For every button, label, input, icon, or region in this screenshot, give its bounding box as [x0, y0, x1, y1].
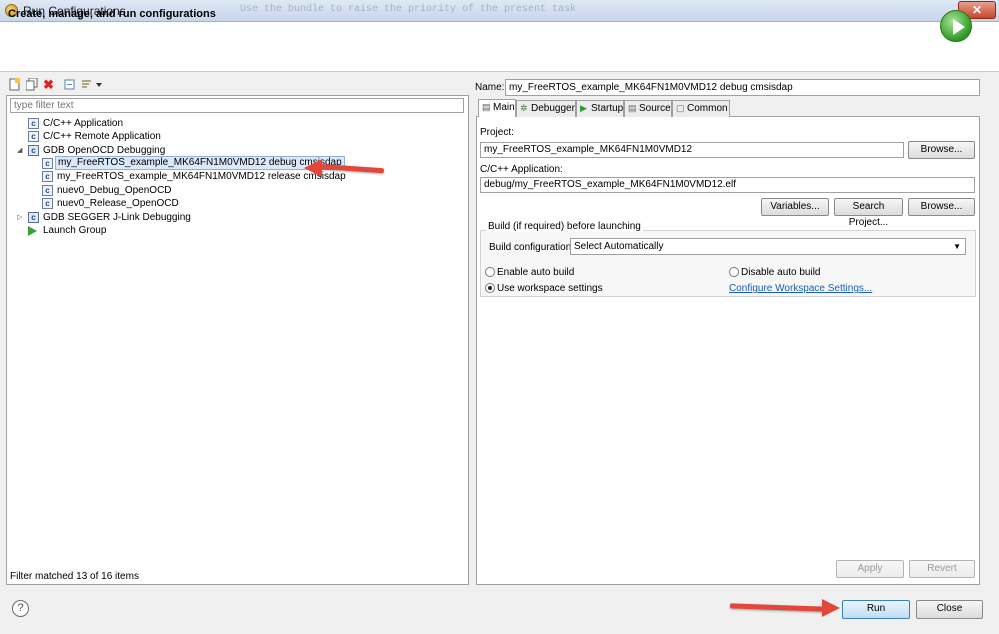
dialog-title: Create, manage, and run configurations	[8, 8, 216, 20]
tree-item-label: my_FreeRTOS_example_MK64FN1M0VMD12 relea…	[57, 171, 346, 182]
c-app-icon: c	[28, 131, 39, 142]
tree-item-label: GDB SEGGER J-Link Debugging	[43, 212, 191, 223]
launch-group-icon	[28, 226, 37, 236]
tab-main[interactable]: ▤ Main	[478, 99, 516, 117]
build-config-select[interactable]: Select Automatically ▼	[570, 238, 966, 255]
tab-label: Debugger	[531, 103, 575, 114]
variables-button[interactable]: Variables...	[761, 198, 829, 216]
apply-button[interactable]: Apply	[836, 560, 904, 578]
build-config-value: Select Automatically	[574, 241, 664, 252]
use-workspace-settings-radio[interactable]	[485, 283, 495, 293]
app-label: C/C++ Application:	[480, 164, 563, 175]
enable-auto-build-radio[interactable]	[485, 267, 495, 277]
tree-item-label: Launch Group	[43, 225, 107, 236]
c-app-icon: c	[42, 198, 53, 209]
project-field[interactable]: my_FreeRTOS_example_MK64FN1M0VMD12	[480, 142, 904, 158]
browse-project-button[interactable]: Browse...	[908, 141, 975, 159]
tab-debugger[interactable]: ✲ Debugger	[516, 100, 576, 117]
app-field[interactable]: debug/my_FreeRTOS_example_MK64FN1M0VMD12…	[480, 177, 975, 193]
tab-label: Source	[639, 103, 671, 114]
build-config-label: Build configuration:	[489, 242, 575, 253]
delete-icon[interactable]: ✖	[42, 78, 55, 92]
name-field[interactable]: my_FreeRTOS_example_MK64FN1M0VMD12 debug…	[505, 79, 980, 96]
tab-label: Main	[493, 102, 515, 113]
source-tab-icon: ▤	[628, 103, 637, 113]
revert-button[interactable]: Revert	[909, 560, 975, 578]
c-app-icon: c	[42, 185, 53, 196]
run-banner-icon	[940, 10, 972, 42]
tab-startup[interactable]: ▶ Startup	[576, 100, 624, 117]
c-app-icon: c	[42, 158, 53, 169]
c-app-icon: c	[42, 171, 53, 182]
expand-twisty-icon[interactable]: ◢	[17, 144, 25, 157]
filter-icon[interactable]	[81, 78, 103, 92]
configure-workspace-link[interactable]: Configure Workspace Settings...	[729, 283, 872, 294]
browse-app-button[interactable]: Browse...	[908, 198, 975, 216]
c-app-icon: c	[28, 118, 39, 129]
gdb-icon: c	[28, 145, 39, 156]
background-window-text: Use the bundle to raise the priority of …	[240, 4, 577, 15]
tree-item-label: nuev0_Release_OpenOCD	[57, 198, 179, 209]
tree-item-label: C/C++ Remote Application	[43, 131, 161, 142]
chevron-down-icon: ▼	[953, 242, 961, 251]
close-button[interactable]: Close	[916, 600, 983, 619]
use-workspace-settings-label: Use workspace settings	[497, 283, 603, 294]
tab-common[interactable]: ▢ Common	[672, 100, 730, 117]
tab-label: Common	[687, 103, 728, 114]
tree-item-label: nuev0_Debug_OpenOCD	[57, 185, 172, 196]
disable-auto-build-label: Disable auto build	[741, 267, 821, 278]
annotation-arrow-head	[822, 599, 840, 617]
disable-auto-build-radio[interactable]	[729, 267, 739, 277]
search-project-button[interactable]: Search Project...	[834, 198, 903, 228]
filter-input[interactable]	[10, 98, 464, 113]
collapsed-twisty-icon[interactable]: ▷	[17, 211, 25, 224]
annotation-arrow-head	[304, 159, 322, 177]
dialog-header	[0, 22, 999, 72]
common-tab-icon: ▢	[676, 103, 685, 113]
project-label: Project:	[480, 127, 514, 138]
new-config-icon[interactable]	[8, 78, 21, 92]
tab-label: Startup	[591, 103, 624, 114]
main-tab-icon: ▤	[482, 102, 491, 112]
filter-status: Filter matched 13 of 16 items	[10, 571, 139, 582]
startup-tab-icon: ▶	[580, 103, 587, 113]
tree-item-label: my_FreeRTOS_example_MK64FN1M0VMD12 debug…	[55, 156, 345, 170]
config-toolbar: ✖	[8, 77, 118, 94]
build-group-title: Build (if required) before launching	[486, 221, 643, 232]
close-icon: ✕	[971, 3, 983, 17]
tab-source[interactable]: ▤ Source	[624, 100, 672, 117]
tree-item-label: C/C++ Application	[43, 118, 124, 129]
collapse-all-icon[interactable]	[63, 78, 76, 92]
name-label: Name:	[475, 82, 505, 93]
debugger-tab-icon: ✲	[520, 103, 528, 113]
gdb-icon: c	[28, 212, 39, 223]
help-icon[interactable]: ?	[12, 600, 29, 617]
duplicate-icon[interactable]	[25, 77, 38, 92]
run-button[interactable]: Run	[842, 600, 910, 619]
enable-auto-build-label: Enable auto build	[497, 267, 575, 278]
